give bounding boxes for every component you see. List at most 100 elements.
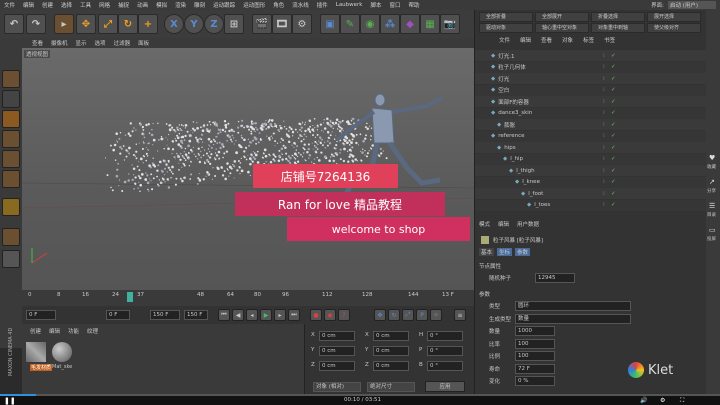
object-row[interactable]: ◆ l_thigh ⁞ ✓ — [475, 165, 707, 176]
viewport-menu-item-4[interactable]: 过滤器 — [114, 39, 131, 47]
material-label-2[interactable]: Mat_ske — [52, 364, 72, 370]
object-row[interactable]: ◆ 膨胀 ⁞ ✓ — [475, 119, 707, 130]
coord-rot-field[interactable]: 0 ° — [427, 361, 463, 371]
go-start-icon[interactable]: ⏮ — [218, 309, 230, 321]
move-tool-icon[interactable]: ✥ — [76, 14, 96, 34]
top-button-2[interactable]: 折叠选择 — [591, 12, 645, 22]
menu-item-18[interactable]: 窗口 — [390, 1, 401, 9]
render-picture-icon[interactable]: 🎞 — [272, 14, 292, 34]
progress-track[interactable] — [0, 394, 720, 396]
top-button-1[interactable]: 全部展开 — [535, 12, 589, 22]
param-key-icon[interactable]: P — [416, 309, 428, 321]
material-label-1[interactable]: 毛发材质 — [30, 364, 53, 371]
end-frame-field[interactable]: 150 F — [150, 310, 180, 320]
model-mode-icon[interactable] — [2, 70, 20, 88]
start-frame-field[interactable]: 0 F — [106, 310, 130, 320]
redo-button[interactable]: ↷ — [26, 14, 46, 34]
pause-icon[interactable]: ❚❚ — [4, 397, 16, 405]
nurbs-icon[interactable]: ◉ — [360, 14, 380, 34]
menu-item-2[interactable]: 创建 — [42, 1, 53, 9]
attr-field[interactable]: 0 % — [515, 376, 555, 386]
grid-icon[interactable] — [2, 250, 20, 268]
playhead[interactable] — [127, 292, 133, 302]
object-row[interactable]: ◆ 面部F的容器 ⁞ ✓ — [475, 96, 707, 107]
object-row[interactable]: ◆ l_foot ⁞ ✓ — [475, 188, 707, 199]
volume-icon[interactable]: 🔊 — [640, 397, 647, 404]
top-button-5[interactable]: 轴心重中空对象 — [535, 23, 589, 33]
coord-pos-field[interactable]: 0 cm — [319, 361, 355, 371]
object-row[interactable]: ◆ l_hip ⁞ ✓ — [475, 153, 707, 165]
array-icon[interactable]: ⁂ — [380, 14, 400, 34]
object-row[interactable]: ◆ hips ⁞ ✓ — [475, 142, 707, 153]
render-settings-icon[interactable]: ⚙ — [292, 14, 312, 34]
attr-field[interactable]: 100 — [515, 338, 555, 349]
object-row[interactable]: ◆ 粒子几何体 ⁞ ✓ — [475, 61, 707, 73]
enabled-check-icon[interactable]: ✓ — [611, 179, 616, 185]
material-menu-item-0[interactable]: 创建 — [30, 327, 41, 335]
enabled-check-icon[interactable]: ✓ — [611, 87, 616, 93]
end-frame-field-2[interactable]: 150 F — [184, 310, 208, 320]
fullscreen-icon[interactable]: ⛶ — [680, 397, 684, 405]
am-tab-2[interactable]: 用户数据 — [517, 220, 539, 228]
go-end-icon[interactable]: ⏭ — [288, 309, 300, 321]
rotate-key-icon[interactable]: ↻ — [388, 309, 400, 321]
point-key-icon[interactable]: ⁘ — [430, 309, 442, 321]
top-button-0[interactable]: 全部折叠 — [479, 12, 533, 22]
visibility-dots-icon[interactable]: ⁞ — [603, 87, 605, 93]
menu-item-19[interactable]: 帮助 — [409, 1, 420, 9]
viewport-menu-item-5[interactable]: 面板 — [138, 39, 149, 47]
select-tool-icon[interactable]: ▸ — [54, 14, 74, 34]
visibility-dots-icon[interactable]: ⁞ — [603, 64, 605, 70]
top-button-6[interactable]: 对象重中到轴 — [591, 23, 645, 33]
share-icon[interactable]: ↗ — [709, 178, 715, 186]
material-menu-item-1[interactable]: 编辑 — [49, 327, 60, 335]
visibility-dots-icon[interactable]: ⁞ — [603, 202, 605, 208]
visibility-dots-icon[interactable]: ⁞ — [603, 122, 605, 128]
viewport-menu-item-0[interactable]: 查看 — [32, 39, 43, 47]
top-button-7[interactable]: 使父级对齐 — [647, 23, 701, 33]
top-button-3[interactable]: 展开选择 — [647, 12, 701, 22]
record-icon[interactable]: ● — [310, 309, 322, 321]
prev-frame-icon[interactable]: ◂ — [246, 309, 258, 321]
axis-x-button[interactable]: X — [164, 14, 184, 34]
keyframe-icon[interactable]: ? — [338, 309, 350, 321]
visibility-dots-icon[interactable]: ⁞ — [603, 133, 605, 139]
menu-item-15[interactable]: 插件 — [317, 1, 328, 9]
object-row[interactable]: ◆ l_toes ⁞ ✓ — [475, 199, 707, 211]
move-key-icon[interactable]: ✥ — [374, 309, 386, 321]
workplane-icon[interactable] — [2, 110, 20, 128]
material-menu-item-3[interactable]: 纹理 — [87, 327, 98, 335]
menu-item-0[interactable]: 文件 — [4, 1, 15, 9]
coord-mode-select[interactable]: 对象 (相对) — [313, 382, 361, 392]
top-button-4[interactable]: 驱动对象 — [479, 23, 533, 33]
enabled-check-icon[interactable]: ✓ — [611, 53, 616, 59]
material-thumb-1[interactable] — [26, 342, 46, 362]
points-mode-icon[interactable] — [2, 130, 20, 148]
axis-y-button[interactable]: Y — [184, 14, 204, 34]
settings-icon[interactable]: ⚙ — [660, 397, 665, 404]
om-tab-1[interactable]: 编辑 — [520, 36, 531, 44]
am-tab-1[interactable]: 编辑 — [498, 220, 509, 228]
enabled-check-icon[interactable]: ✓ — [611, 99, 616, 105]
enabled-check-icon[interactable]: ✓ — [611, 202, 616, 208]
axis-z-button[interactable]: Z — [204, 14, 224, 34]
viewport-menu-item-2[interactable]: 显示 — [76, 39, 87, 47]
menu-item-6[interactable]: 捕捉 — [118, 1, 129, 9]
render-view-icon[interactable]: 🎬 — [252, 14, 272, 34]
visibility-dots-icon[interactable]: ⁞ — [603, 156, 605, 162]
visibility-dots-icon[interactable]: ⁞ — [603, 53, 605, 59]
attr-field[interactable]: 数量 — [515, 313, 631, 324]
snap-icon[interactable] — [2, 228, 20, 246]
visibility-dots-icon[interactable]: ⁞ — [603, 145, 605, 151]
timeline-menu-icon[interactable]: ≡ — [454, 309, 466, 321]
coord-size-field[interactable]: 0 cm — [373, 361, 409, 371]
object-row[interactable]: ◆ 空白 ⁞ ✓ — [475, 84, 707, 96]
enabled-check-icon[interactable]: ✓ — [611, 168, 616, 174]
am-subtab-2[interactable]: 参数 — [515, 248, 531, 256]
coord-pos-field[interactable]: 0 cm — [319, 346, 355, 356]
polygons-mode-icon[interactable] — [2, 170, 20, 188]
menu-item-10[interactable]: 雕刻 — [194, 1, 205, 9]
enabled-check-icon[interactable]: ✓ — [611, 64, 616, 70]
material-menu-item-2[interactable]: 功能 — [68, 327, 79, 335]
enabled-check-icon[interactable]: ✓ — [611, 110, 616, 116]
